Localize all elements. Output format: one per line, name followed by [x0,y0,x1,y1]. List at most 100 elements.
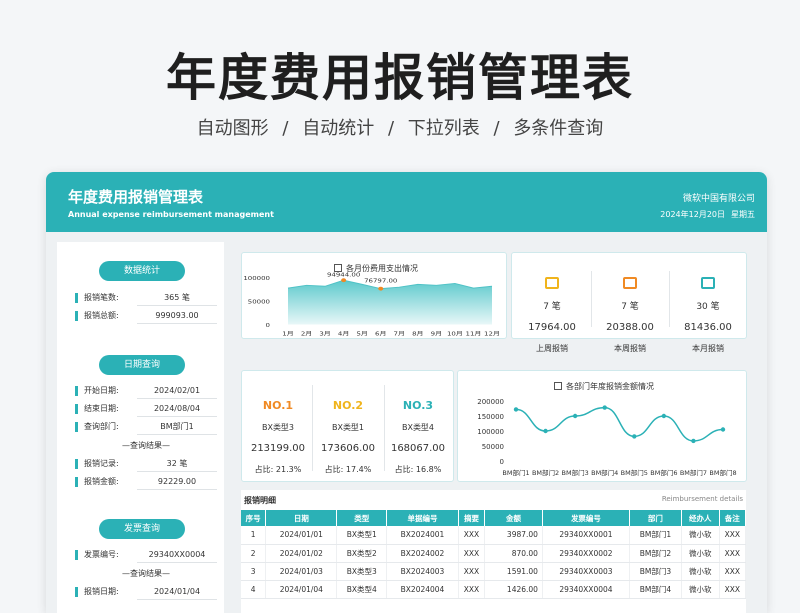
total-label: 报销总额: [75,311,119,321]
last-week-stat: 7 笔 17964.00 上周报销 [517,277,587,354]
rdate-row: 报销日期: 2024/01/04 [75,585,217,600]
result-heading: —查询结果— [122,441,170,450]
wallet-icon [545,277,559,289]
table-cell: 2024/01/02 [265,544,338,563]
date-query-pill: 日期查询 [99,355,185,375]
column-header[interactable]: 金额 [484,510,543,526]
x-tick-label: 9月 [431,330,442,337]
table-row[interactable]: 4 2024/01/04 BX类型4 BX2024004 XXX 1426.00 29340… [241,580,747,599]
rdate-label: 报销日期: [75,587,119,597]
column-header[interactable]: 单据编号 [386,510,459,526]
stat-amount: 17964.00 [528,322,576,333]
table-cell: 2024/01/04 [265,580,338,599]
end-date-input[interactable]: 2024/08/04 [137,402,217,417]
table-row[interactable]: 1 2024/01/01 BX类型1 BX2024001 XXX 3987.00 29340… [241,526,747,545]
table-cell: XXX [719,580,747,599]
rec-label: 报销记录: [75,459,119,469]
table-cell: XXX [458,544,486,563]
table-cell: 29340XX0001 [542,526,630,545]
table-cell: 29340XX0002 [542,544,630,563]
table-row[interactable]: 3 2024/01/03 BX类型3 BX2024003 XXX 1591.00 29340… [241,562,747,581]
table-cell: BM部门2 [629,544,682,563]
x-tick-label: 5月 [356,330,367,337]
table-cell: 2024/01/01 [265,526,338,545]
divider [591,271,592,327]
x-tick-label: 2月 [301,330,312,337]
column-header[interactable]: 序号 [241,510,267,526]
table-cell: BX类型3 [336,562,388,581]
start-label: 开始日期: [75,386,119,396]
table-cell: BM部门3 [629,562,682,581]
x-tick-label: BM部门1 [502,468,529,477]
divider [669,271,670,327]
wallet-icon [623,277,637,289]
divider [384,385,385,471]
count-row: 报销笔数: 365 笔 [75,291,217,306]
table-cell: 870.00 [484,544,543,563]
y-tick-label: 50000 [248,299,270,305]
rdate-value: 2024/01/04 [137,585,217,600]
rank-amount: 168067.00 [390,443,446,454]
table-cell: BX类型1 [336,526,388,545]
current-date: 2024年12月20日 星期五 [654,209,755,220]
hero-title: 年度费用报销管理表 [166,49,634,107]
rank-type: BX类型1 [331,423,365,432]
table-row[interactable]: 2 2024/01/02 BX类型2 BX2024002 XXX 870.00 29340X… [241,544,747,563]
x-tick-label: BM部门6 [650,468,677,477]
table-cell: XXX [458,580,486,599]
table-cell: 3987.00 [484,526,543,545]
dept-row: 查询部门: BM部门1 [75,420,217,435]
feature-sep: / [282,118,289,139]
column-header[interactable]: 类型 [336,510,388,526]
total-value: 999093.00 [137,309,217,324]
start-date-input[interactable]: 2024/02/01 [137,384,217,399]
invoice-input[interactable]: 29340XX0004 [137,548,217,563]
amt-label: 报销金额: [75,477,119,487]
stat-count: 7 笔 [543,302,561,312]
column-header[interactable]: 备注 [719,510,747,526]
table-cell: BX类型2 [336,544,388,563]
series-line [515,406,724,442]
start-row: 开始日期: 2024/02/01 [75,384,217,399]
max-point [341,278,347,283]
end-label: 结束日期: [75,404,119,414]
table-cell: 微小软 [681,526,720,545]
max-label: 94944.00 [327,272,360,278]
y-tick-label: 0 [266,322,270,328]
company-name: 微软中国有限公司 [682,194,755,204]
dept-select[interactable]: BM部门1 [137,420,217,435]
column-header[interactable]: 日期 [265,510,338,526]
data-point [632,434,637,439]
app-header: 年度费用报销管理表 Annual expense reimbursement m… [46,172,767,232]
rank-type: BX类型3 [261,423,295,432]
hero-features: 自动图形 / 自动统计 / 下拉列表 / 多条件查询 [0,114,800,140]
table-cell: 微小软 [681,544,720,563]
table-cell: 3 [241,562,267,581]
rank-amount: 213199.00 [250,443,306,454]
x-tick-label: BM部门2 [532,468,559,477]
inv-row: 发票编号: 29340XX0004 [75,548,217,563]
table-cell: XXX [458,526,486,545]
x-tick-label: 3月 [319,330,330,337]
column-header[interactable]: 发票编号 [542,510,630,526]
column-header[interactable]: 摘要 [458,510,486,526]
area-fill [288,280,492,325]
left-panel: 数据统计 报销笔数: 365 笔 报销总额: 999093.00 日期查询 开始日期… [57,242,224,613]
rec-row: 报销记录: 32 笔 [75,457,217,472]
app-subtitle: Annual expense reimbursement management [68,210,274,219]
stat-label: 本月报销 [692,344,724,353]
column-header[interactable]: 部门 [629,510,682,526]
monthly-chart-card: 各月份费用支出情况 100000 50000 0 1月 2月 3月 4月 5月 6月 7月 8月 9月… [241,252,507,339]
rank-percent: 占比: 16.8% [394,465,442,474]
feature-sep: / [493,118,500,139]
data-point [602,405,607,410]
rank-2: NO.2 BX类型1 173606.00 占比: 17.4% [318,399,378,475]
data-point [513,407,519,412]
this-week-stat: 7 笔 20388.00 本周报销 [595,277,665,354]
column-header[interactable]: 经办人 [681,510,720,526]
total-row: 报销总额: 999093.00 [75,309,217,324]
table-cell: BX2024004 [386,580,459,599]
stat-label: 上周报销 [536,344,568,353]
weekday-text: 星期五 [731,210,755,219]
rec-value: 32 笔 [137,457,217,472]
